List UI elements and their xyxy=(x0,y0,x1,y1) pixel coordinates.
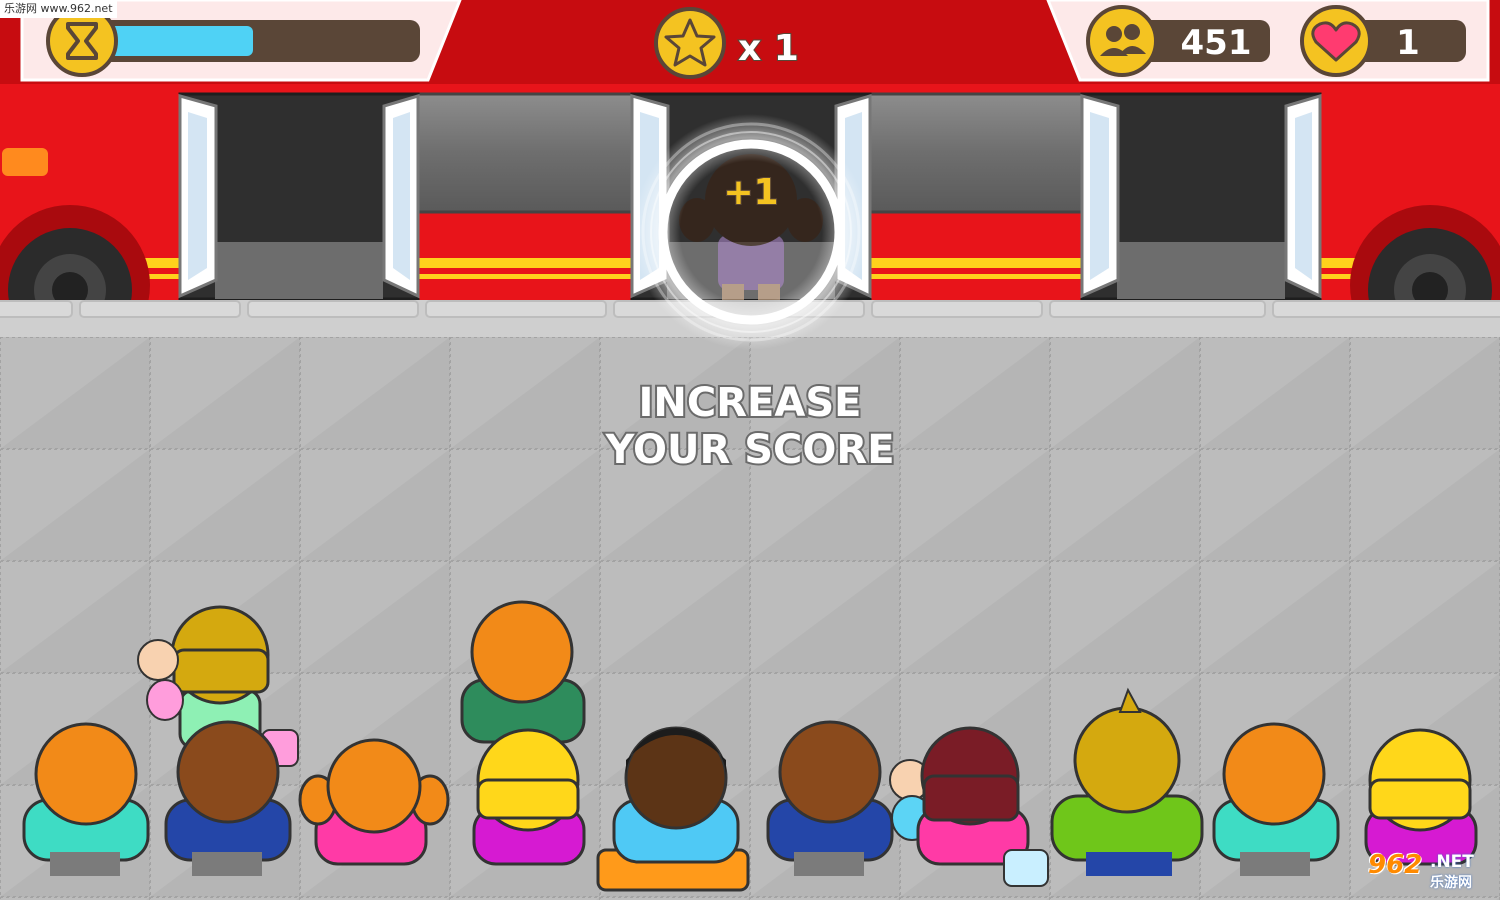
instruction-line-2: YOUR SCORE xyxy=(604,427,894,473)
heart-icon xyxy=(1300,5,1372,77)
score-popup-text: +1 xyxy=(723,172,778,213)
instruction-text: INCREASE YOUR SCORE xyxy=(602,378,896,475)
watermark-logo-number: 962 xyxy=(1368,850,1423,880)
people-icon xyxy=(1086,5,1158,77)
bus-headlight xyxy=(2,148,48,176)
watermark-logo-cn: 乐游网 xyxy=(1430,875,1472,891)
timer-bar-fill xyxy=(100,26,253,56)
star-icon xyxy=(654,7,726,79)
passenger-1[interactable] xyxy=(22,722,150,876)
bus-door-3[interactable] xyxy=(1080,92,1322,301)
passenger-10[interactable] xyxy=(1364,728,1478,866)
passenger-4[interactable] xyxy=(472,728,586,866)
bus-window xyxy=(416,92,634,214)
bus-window xyxy=(866,92,1084,214)
passenger-6[interactable] xyxy=(766,720,894,876)
star-multiplier: x 1 xyxy=(738,28,799,69)
bus-door-1[interactable] xyxy=(178,92,420,301)
watermark-logo: 962 .NET 乐游网 xyxy=(1364,848,1492,892)
lives-count: 1 xyxy=(1396,23,1420,63)
game-scene[interactable]: +1 INCREASE YOUR SCORE x 1 451 1 xyxy=(0,0,1500,900)
watermark-top: 乐游网 www.962.net xyxy=(0,0,117,18)
score-popup: +1 xyxy=(633,114,869,350)
passenger-2[interactable] xyxy=(164,720,292,876)
passenger-count: 451 xyxy=(1181,23,1252,63)
watermark-logo-net: .NET xyxy=(1430,852,1474,872)
instruction-line-1: INCREASE xyxy=(639,380,862,426)
